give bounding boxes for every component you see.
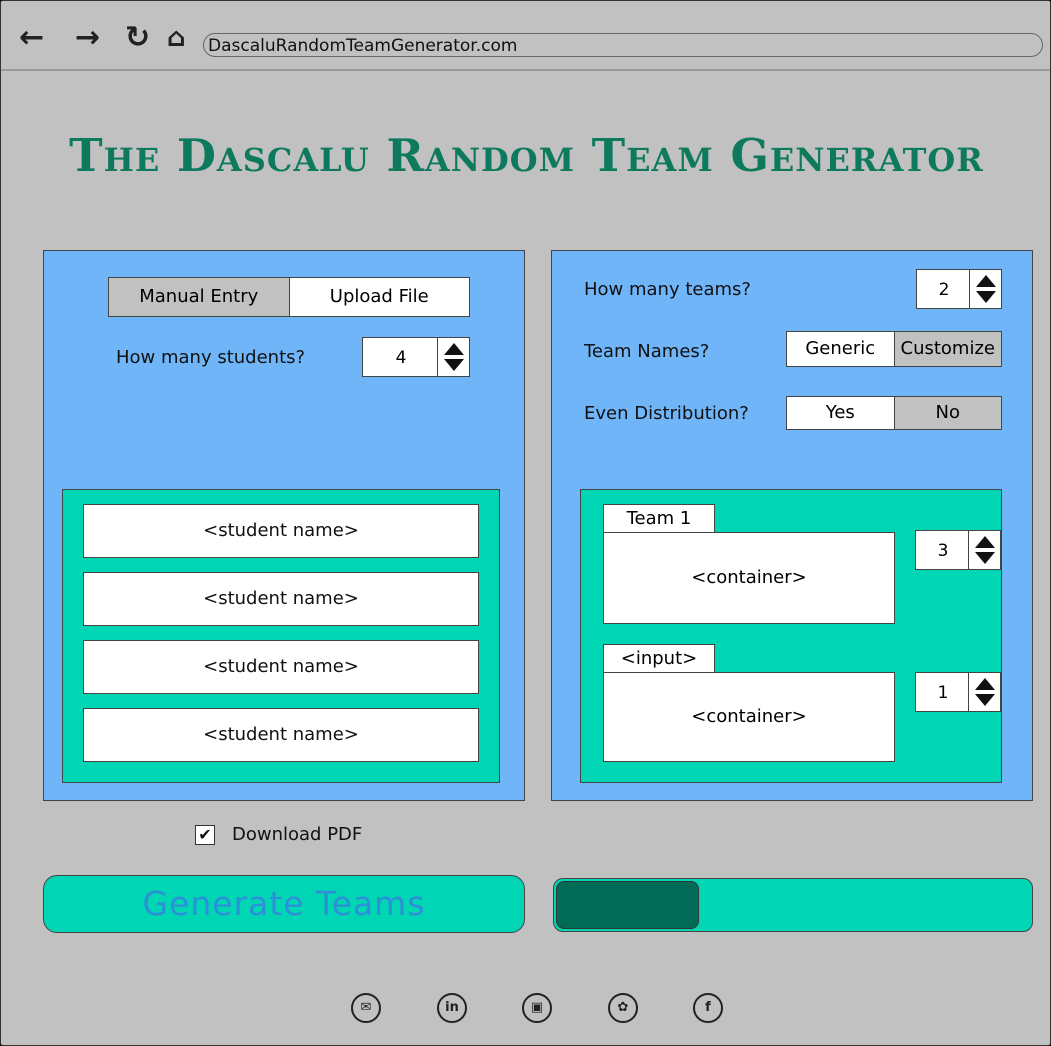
tab-upload-file[interactable]: Upload File: [288, 278, 469, 316]
generate-teams-button[interactable]: Generate Teams: [43, 875, 525, 933]
decrement-arrow-icon[interactable]: [975, 694, 995, 706]
option-no[interactable]: No: [893, 397, 1001, 429]
student-name-input[interactable]: <student name>: [83, 640, 479, 694]
team-name-label[interactable]: Team 1: [603, 504, 715, 534]
team-names-label: Team Names?: [584, 341, 710, 362]
student-entry-panel: Manual Entry Upload File How many studen…: [43, 250, 525, 801]
facebook-icon[interactable]: f: [693, 993, 723, 1023]
progress-fill: [556, 881, 699, 929]
progress-bar: [553, 878, 1033, 932]
stepper-arrows[interactable]: [437, 338, 469, 376]
team-size-stepper[interactable]: 1: [915, 672, 1001, 712]
student-name-input[interactable]: <student name>: [83, 708, 479, 762]
linkedin-icon[interactable]: in: [437, 993, 467, 1023]
team-size-value: 1: [937, 683, 949, 703]
home-icon[interactable]: ⌂: [167, 23, 186, 53]
email-icon[interactable]: ✉: [351, 993, 381, 1023]
even-distribution-label: Even Distribution?: [584, 403, 749, 424]
even-distribution-toggle: Yes No: [786, 396, 1002, 430]
teams-count-stepper[interactable]: 2: [916, 269, 1002, 309]
browser-toolbar: ← → ↻ ⌂ DascaluRandomTeamGenerator.com: [1, 1, 1050, 71]
twitter-icon[interactable]: ✿: [608, 993, 638, 1023]
browser-window: ← → ↻ ⌂ DascaluRandomTeamGenerator.com T…: [0, 0, 1051, 1046]
download-pdf-checkbox[interactable]: ✔: [195, 825, 215, 845]
students-count-stepper[interactable]: 4: [362, 337, 470, 377]
teams-list: Team 1 <container> 3 <input> <container>…: [580, 489, 1002, 783]
increment-arrow-icon[interactable]: [975, 678, 995, 690]
stepper-arrows[interactable]: [968, 531, 1000, 569]
students-count-value: 4: [395, 348, 407, 368]
team-size-stepper[interactable]: 3: [915, 530, 1001, 570]
stepper-arrows[interactable]: [968, 673, 1000, 711]
option-yes[interactable]: Yes: [787, 397, 894, 429]
download-pdf-label: Download PDF: [232, 824, 363, 845]
url-bar[interactable]: DascaluRandomTeamGenerator.com: [203, 33, 1043, 57]
team-names-toggle: Generic Customize: [786, 331, 1002, 367]
students-count-label: How many students?: [116, 347, 306, 368]
back-arrow-icon[interactable]: ←: [19, 23, 44, 53]
tab-manual-entry[interactable]: Manual Entry: [109, 278, 289, 316]
increment-arrow-icon[interactable]: [444, 343, 464, 355]
decrement-arrow-icon[interactable]: [975, 552, 995, 564]
forward-arrow-icon[interactable]: →: [75, 23, 100, 53]
stepper-arrows[interactable]: [969, 270, 1001, 308]
entry-mode-toggle: Manual Entry Upload File: [108, 277, 470, 317]
team-container: <container>: [603, 532, 895, 624]
team-settings-panel: How many teams? 2 Team Names? Generic Cu…: [551, 250, 1033, 801]
student-name-input[interactable]: <student name>: [83, 504, 479, 558]
team-name-input[interactable]: <input>: [603, 644, 715, 674]
option-customize[interactable]: Customize: [893, 332, 1001, 366]
instagram-icon[interactable]: ▣: [522, 993, 552, 1023]
increment-arrow-icon[interactable]: [976, 275, 996, 287]
teams-count-label: How many teams?: [584, 279, 751, 300]
option-generic[interactable]: Generic: [787, 332, 894, 366]
student-name-input[interactable]: <student name>: [83, 572, 479, 626]
decrement-arrow-icon[interactable]: [976, 291, 996, 303]
increment-arrow-icon[interactable]: [975, 536, 995, 548]
reload-icon[interactable]: ↻: [125, 23, 150, 53]
team-size-value: 3: [937, 541, 949, 561]
teams-count-value: 2: [938, 280, 950, 300]
student-names-list: <student name> <student name> <student n…: [62, 489, 500, 783]
team-container: <container>: [603, 672, 895, 762]
decrement-arrow-icon[interactable]: [444, 359, 464, 371]
page-title: The Dascalu Random Team Generator: [69, 129, 984, 182]
